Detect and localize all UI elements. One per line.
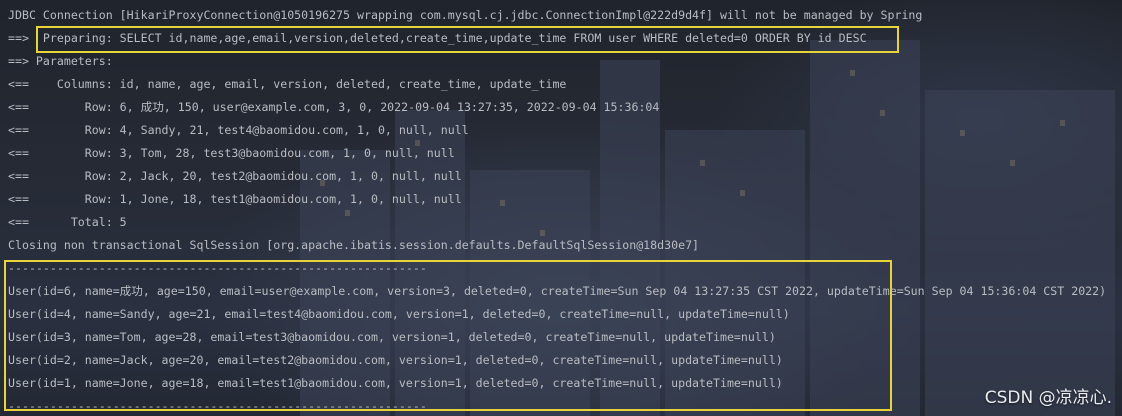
log-line-row: <== Row: 2, Jack, 20, test2@baomidou.com…	[8, 169, 462, 183]
log-line-total: <== Total: 5	[8, 215, 127, 229]
log-line-row: <== Row: 3, Tom, 28, test3@baomidou.com,…	[8, 146, 455, 160]
csdn-watermark: CSDN @凉凉心.	[984, 388, 1112, 408]
sql-highlight-box	[36, 26, 899, 53]
log-line-row: <== Row: 1, Jone, 18, test1@baomidou.com…	[8, 192, 462, 206]
log-line-closing-session: Closing non transactional SqlSession [or…	[8, 238, 700, 252]
log-line-parameters: ==> Parameters:	[8, 54, 120, 68]
result-highlight-box	[4, 260, 892, 411]
log-line-columns: <== Columns: id, name, age, email, versi…	[8, 77, 567, 91]
log-line-jdbc-connection: JDBC Connection [HikariProxyConnection@1…	[8, 8, 923, 22]
log-line-row: <== Row: 6, 成功, 150, user@example.com, 3…	[8, 100, 660, 114]
log-line-row: <== Row: 4, Sandy, 21, test4@baomidou.co…	[8, 123, 469, 137]
